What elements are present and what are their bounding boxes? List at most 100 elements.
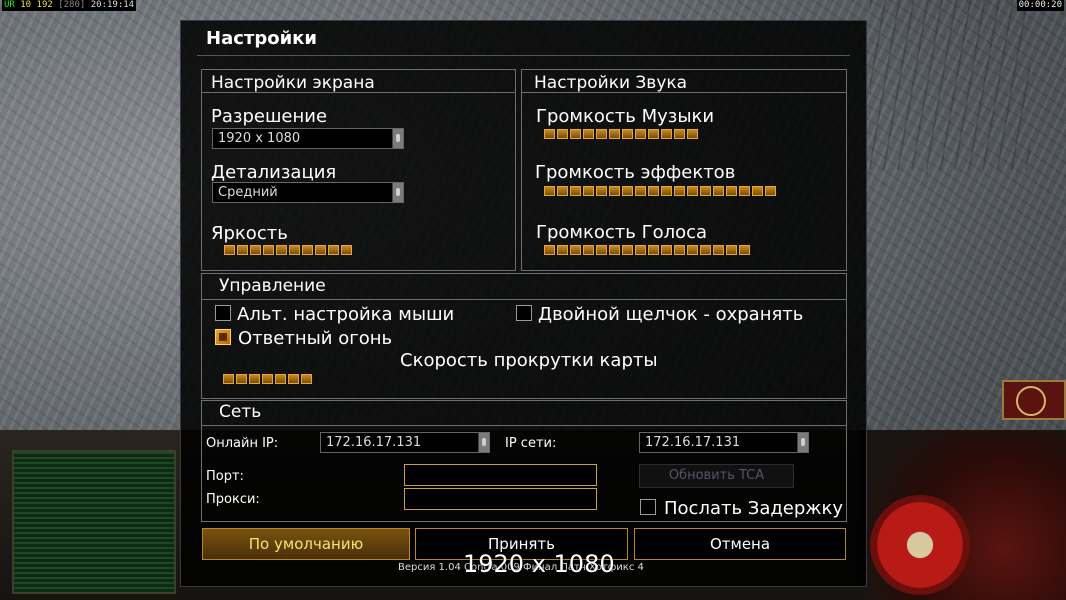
slider-segment[interactable] [302,245,313,255]
slider-segment[interactable] [687,245,698,255]
slider-segment[interactable] [609,245,620,255]
slider-segment[interactable] [713,186,724,196]
slider-segment[interactable] [544,129,555,139]
slider-segment[interactable] [661,245,672,255]
hud-target-button[interactable] [1002,380,1066,420]
slider-segment[interactable] [648,245,659,255]
online-ip-select[interactable]: 172.16.17.131 [320,432,490,453]
effects-volume-slider[interactable] [544,186,778,198]
slider-segment[interactable] [557,186,568,196]
slider-segment[interactable] [544,186,555,196]
detail-select[interactable]: Средний [212,182,404,203]
slider-segment[interactable] [570,129,581,139]
slider-segment[interactable] [687,129,698,139]
slider-segment[interactable] [237,245,248,255]
dropdown-arrow-icon[interactable] [797,433,808,452]
slider-segment[interactable] [739,245,750,255]
slider-segment[interactable] [249,374,260,384]
slider-segment[interactable] [223,374,234,384]
slider-segment[interactable] [583,245,594,255]
status-count-b: 192 [36,0,53,10]
slider-segment[interactable] [739,186,750,196]
brightness-label: Яркость [211,223,288,244]
slider-segment[interactable] [275,374,286,384]
slider-segment[interactable] [687,186,698,196]
cancel-button[interactable]: Отмена [634,528,846,560]
scroll-speed-label: Скорость прокрутки карты [400,350,658,371]
slider-segment[interactable] [635,186,646,196]
dropdown-arrow-icon[interactable] [392,183,403,202]
slider-segment[interactable] [570,186,581,196]
dropdown-arrow-icon[interactable] [478,433,489,452]
title-divider [197,55,850,56]
slider-segment[interactable] [250,245,261,255]
voice-volume-slider[interactable] [544,245,752,257]
double-click-label: Двойной щелчок - охранять [538,304,804,325]
slider-segment[interactable] [752,186,763,196]
slider-segment[interactable] [328,245,339,255]
return-fire-checkbox[interactable] [215,329,231,345]
slider-segment[interactable] [570,245,581,255]
resolution-select[interactable]: 1920 x 1080 [212,128,404,149]
slider-segment[interactable] [700,245,711,255]
proxy-input[interactable] [404,488,597,510]
slider-segment[interactable] [713,245,724,255]
slider-segment[interactable] [622,186,633,196]
slider-segment[interactable] [609,129,620,139]
slider-segment[interactable] [700,186,711,196]
slider-segment[interactable] [557,245,568,255]
slider-segment[interactable] [765,186,776,196]
background-road [870,0,1030,170]
slider-segment[interactable] [648,129,659,139]
slider-segment[interactable] [236,374,247,384]
slider-segment[interactable] [661,186,672,196]
resolution-value: 1920 x 1080 [218,131,301,146]
slider-segment[interactable] [622,245,633,255]
slider-segment[interactable] [224,245,235,255]
slider-segment[interactable] [596,186,607,196]
screen-settings-title: Настройки экрана [211,73,375,93]
slider-segment[interactable] [289,245,300,255]
slider-segment[interactable] [635,129,646,139]
slider-segment[interactable] [288,374,299,384]
send-delay-checkbox[interactable] [640,499,656,515]
slider-segment[interactable] [622,129,633,139]
radar-minimap [12,450,176,594]
port-input[interactable] [404,464,597,486]
slider-segment[interactable] [262,374,273,384]
return-fire-label: Ответный огонь [238,328,393,349]
slider-segment[interactable] [583,186,594,196]
slider-segment[interactable] [557,129,568,139]
port-label: Порт: [206,469,244,484]
slider-segment[interactable] [674,186,685,196]
slider-segment[interactable] [301,374,312,384]
slider-segment[interactable] [661,129,672,139]
crosshair-icon [1016,386,1046,416]
slider-segment[interactable] [315,245,326,255]
proxy-label: Прокси: [206,492,260,507]
slider-segment[interactable] [674,129,685,139]
scroll-speed-slider[interactable] [223,374,314,386]
slider-segment[interactable] [596,245,607,255]
update-tca-button[interactable]: Обновить TCA [639,464,794,488]
slider-segment[interactable] [726,245,737,255]
slider-segment[interactable] [635,245,646,255]
slider-segment[interactable] [583,129,594,139]
music-volume-slider[interactable] [544,129,700,141]
slider-segment[interactable] [596,129,607,139]
slider-segment[interactable] [544,245,555,255]
slider-segment[interactable] [726,186,737,196]
double-click-checkbox[interactable] [516,305,532,321]
alt-mouse-checkbox[interactable] [215,305,231,321]
dropdown-arrow-icon[interactable] [392,129,403,148]
network-ip-select[interactable]: 172.16.17.131 [639,432,809,453]
defaults-button[interactable]: По умолчанию [202,528,410,560]
brightness-slider[interactable] [224,245,354,257]
slider-segment[interactable] [609,186,620,196]
slider-segment[interactable] [263,245,274,255]
slider-segment[interactable] [648,186,659,196]
slider-segment[interactable] [341,245,352,255]
slider-segment[interactable] [276,245,287,255]
slider-segment[interactable] [674,245,685,255]
dialog-title: Настройки [206,28,318,49]
